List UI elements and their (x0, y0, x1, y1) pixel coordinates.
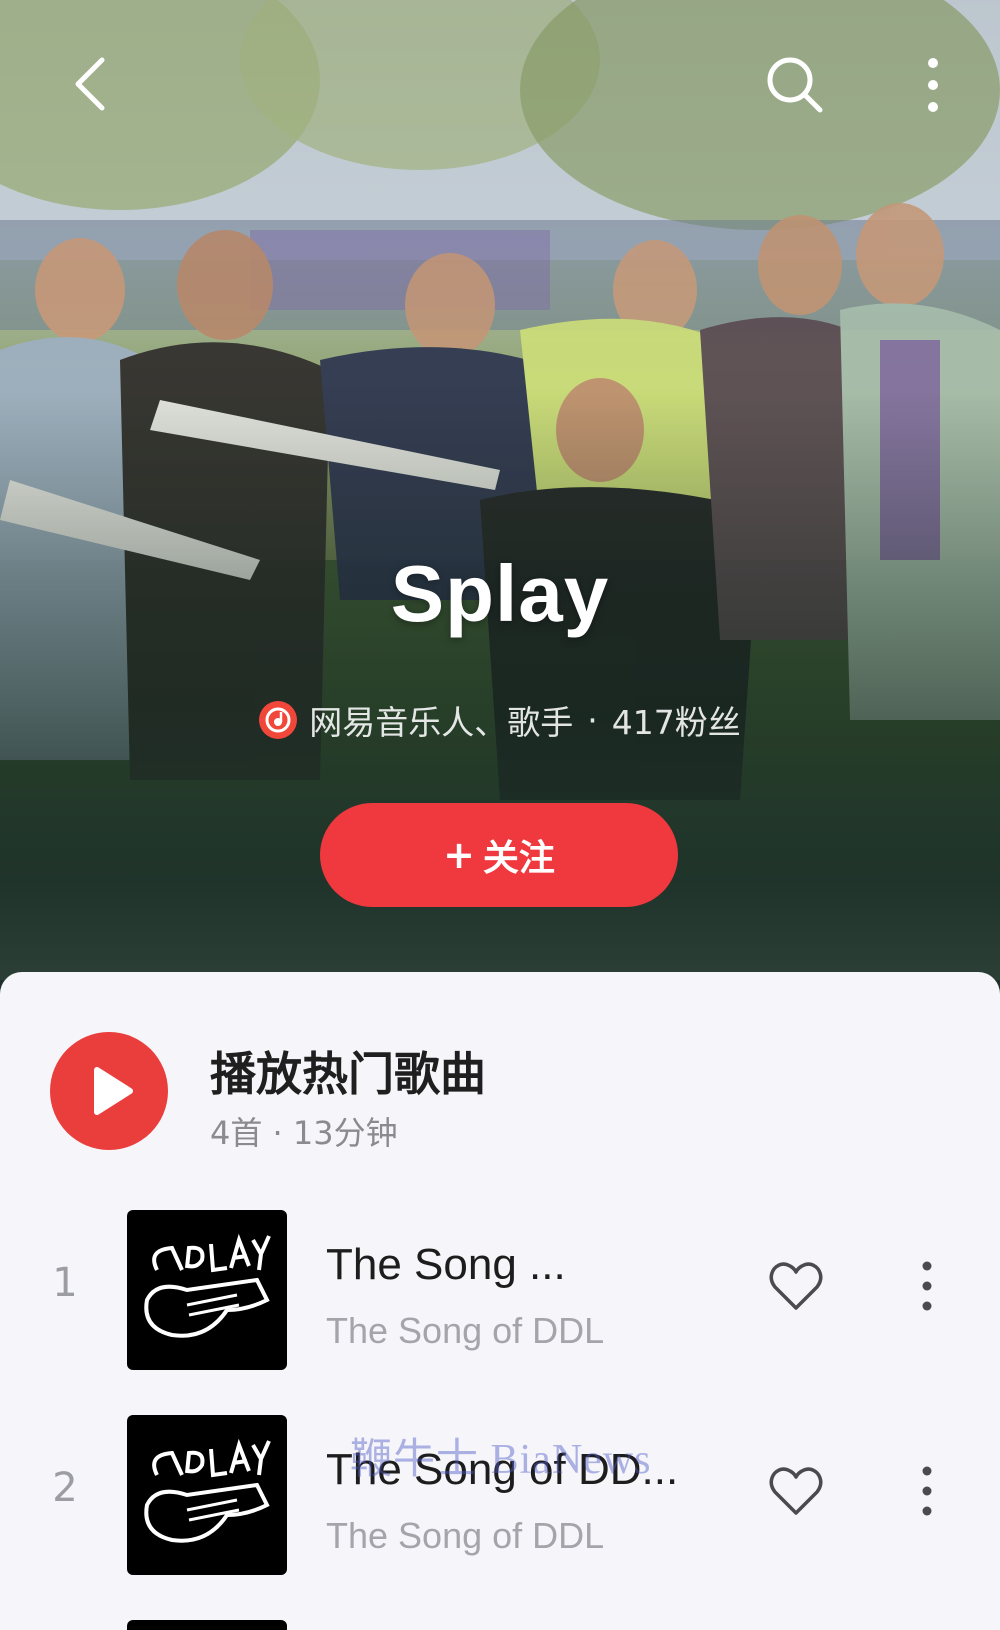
song-rank: 2 (52, 1465, 78, 1511)
follow-button-label: 关注 (482, 838, 555, 879)
song-cover-image (127, 1210, 287, 1370)
more-vertical-icon[interactable] (908, 1252, 946, 1320)
song-row[interactable]: 1 The Song ... The Song of DDL (0, 1200, 1000, 1370)
play-all-title[interactable]: 播放热门歌曲 (210, 1038, 486, 1104)
heart-icon[interactable] (766, 1256, 826, 1316)
watermark: 鞭牛士 BiaNews (350, 1437, 652, 1483)
meta-separator: · (587, 700, 598, 740)
song-album: The Song of DDL (326, 1515, 605, 1556)
song-title: The Song ... (326, 1240, 566, 1289)
song-album: The Song of DDL (326, 1310, 605, 1351)
song-cover-image (127, 1415, 287, 1575)
artist-meta: 网易音乐人、歌手 · 417粉丝 (0, 696, 1000, 744)
artist-page: Splay 网易音乐人、歌手 · 417粉丝 + 关注 播放热门歌曲 4首 · … (0, 0, 1000, 1630)
search-icon[interactable] (760, 50, 830, 120)
plus-icon: + (443, 833, 475, 877)
artist-name: Splay (390, 549, 610, 638)
netease-musician-badge-icon (259, 701, 298, 739)
song-cover-image (127, 1620, 287, 1630)
heart-icon[interactable] (766, 1461, 826, 1521)
more-vertical-icon[interactable] (908, 50, 958, 120)
play-all-subtitle: 4首 · 13分钟 (210, 1114, 398, 1152)
song-rank: 1 (52, 1260, 78, 1306)
play-all-button[interactable] (50, 1032, 168, 1150)
artist-role: 网易音乐人、歌手 (309, 703, 574, 742)
more-vertical-icon[interactable] (908, 1457, 946, 1525)
follow-button[interactable]: + 关注 (320, 803, 678, 907)
back-arrow-icon[interactable] (60, 52, 124, 116)
artist-fans-count: 417粉丝 (611, 703, 741, 742)
